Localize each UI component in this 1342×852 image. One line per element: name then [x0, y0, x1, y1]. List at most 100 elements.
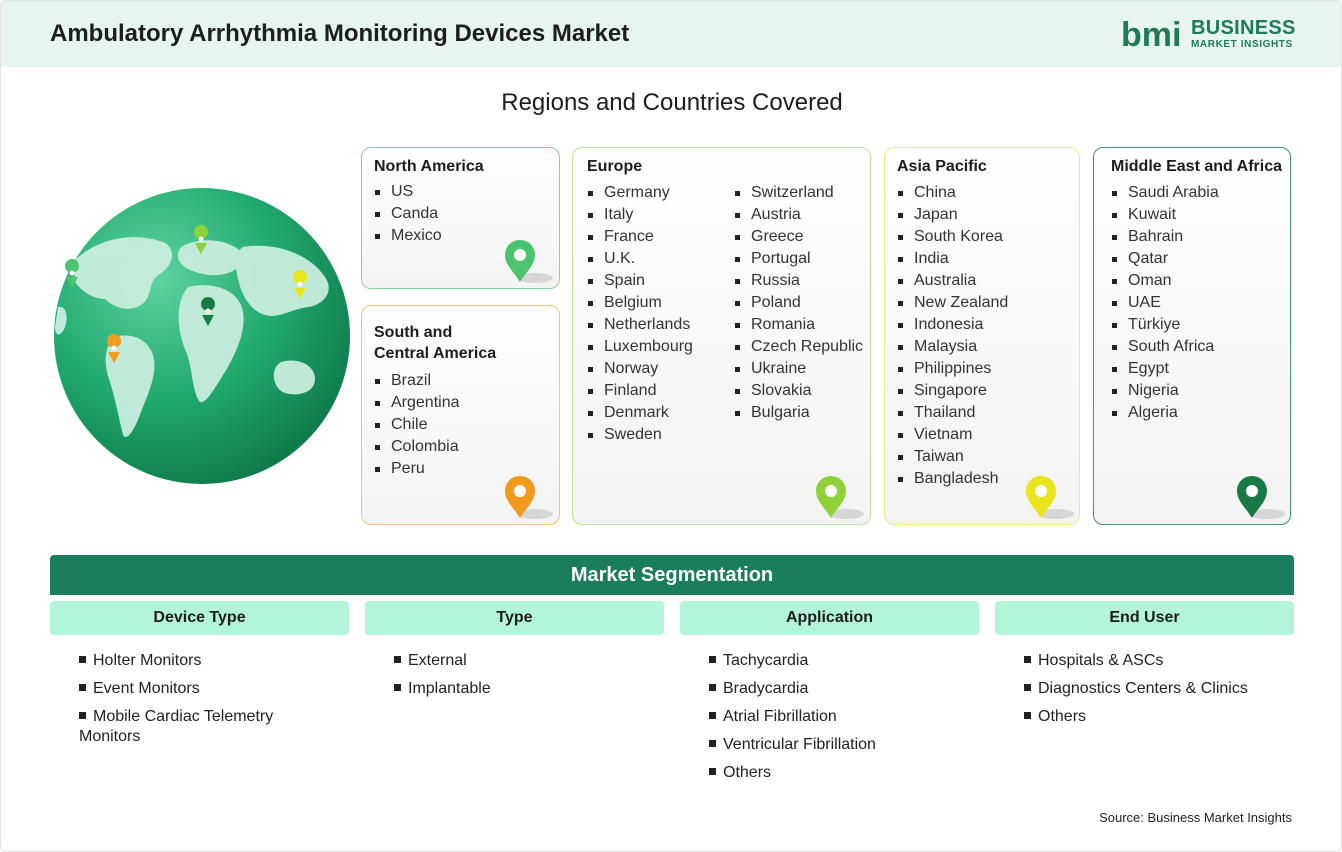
- bmi-logo-mark-icon: bmi: [1121, 16, 1181, 54]
- region-card-europe: Europe Germany Italy France U.K. Spain B…: [572, 147, 871, 525]
- country-item: Sweden: [587, 424, 693, 446]
- segment-item: Ventricular Fibrillation: [709, 735, 959, 755]
- region-list-north-america: US Canda Mexico: [374, 181, 442, 247]
- country-item: Germany: [587, 182, 693, 204]
- country-item: Argentina: [374, 392, 460, 414]
- country-item: UAE: [1111, 292, 1219, 314]
- region-title-north-america: North America: [374, 158, 484, 175]
- country-item: Philippines: [897, 358, 1008, 380]
- bmi-logo: bmi BUSINESS MARKET INSIGHTS: [1121, 15, 1301, 55]
- segment-item: Holter Monitors: [79, 651, 329, 671]
- segment-item: Bradycardia: [709, 679, 959, 699]
- segment-list-end-user: Hospitals & ASCs Diagnostics Centers & C…: [1024, 651, 1274, 735]
- country-item: Belgium: [587, 292, 693, 314]
- map-pin-icon: [1026, 476, 1074, 519]
- country-item: Peru: [374, 458, 460, 480]
- segment-list-device-type: Holter Monitors Event Monitors Mobile Ca…: [79, 651, 329, 755]
- segment-item: Tachycardia: [709, 651, 959, 671]
- region-card-asia-pacific: Asia Pacific China Japan South Korea Ind…: [884, 147, 1080, 525]
- country-item: Türkiye: [1111, 314, 1219, 336]
- country-item: Chile: [374, 414, 460, 436]
- source-note: Source: Business Market Insights: [1099, 810, 1292, 825]
- country-item: Spain: [587, 270, 693, 292]
- region-card-middle-east-africa: Middle East and Africa Saudi Arabia Kuwa…: [1093, 147, 1291, 525]
- region-list-europe-col1: Germany Italy France U.K. Spain Belgium …: [587, 182, 693, 446]
- country-item: Japan: [897, 204, 1008, 226]
- segment-header-device-type: Device Type: [50, 601, 349, 635]
- region-list-europe-col2: Switzerland Austria Greece Portugal Russ…: [734, 182, 863, 424]
- segment-header-end-user: End User: [995, 601, 1294, 635]
- segment-list-type: External Implantable: [394, 651, 644, 707]
- segment-item: Atrial Fibrillation: [709, 707, 959, 727]
- segment-item: Others: [1024, 707, 1274, 727]
- country-item: Slovakia: [734, 380, 863, 402]
- country-item: Norway: [587, 358, 693, 380]
- country-item: Poland: [734, 292, 863, 314]
- country-item: Luxembourg: [587, 336, 693, 358]
- country-item: Ukraine: [734, 358, 863, 380]
- map-pin-icon: [1237, 476, 1285, 519]
- country-item: New Zealand: [897, 292, 1008, 314]
- map-pin-icon: [505, 240, 553, 283]
- country-item: Czech Republic: [734, 336, 863, 358]
- segment-item: Event Monitors: [79, 679, 329, 699]
- country-item: US: [374, 181, 442, 203]
- segment-item: Diagnostics Centers & Clinics: [1024, 679, 1274, 699]
- country-item: Thailand: [897, 402, 1008, 424]
- segmentation-banner: Market Segmentation: [50, 555, 1294, 595]
- country-item: South Korea: [897, 226, 1008, 248]
- segment-item: Mobile Cardiac Telemetry Monitors: [79, 708, 274, 745]
- segment-item: External: [394, 651, 644, 671]
- country-item: Bulgaria: [734, 402, 863, 424]
- region-list-asia-pacific: China Japan South Korea India Australia …: [897, 182, 1008, 490]
- segment-list-application: Tachycardia Bradycardia Atrial Fibrillat…: [709, 651, 959, 791]
- country-item: India: [897, 248, 1008, 270]
- country-item: Vietnam: [897, 424, 1008, 446]
- country-item: Egypt: [1111, 358, 1219, 380]
- region-list-middle-east-africa: Saudi Arabia Kuwait Bahrain Qatar Oman U…: [1111, 182, 1219, 424]
- segment-item: Hospitals & ASCs: [1024, 651, 1274, 671]
- segment-header-type: Type: [365, 601, 664, 635]
- country-item: Indonesia: [897, 314, 1008, 336]
- map-pin-icon: [505, 476, 553, 519]
- country-item: France: [587, 226, 693, 248]
- segment-header-application: Application: [680, 601, 979, 635]
- map-pin-icon: [816, 476, 864, 519]
- country-item: Bangladesh: [897, 468, 1008, 490]
- logo-text-business: BUSINESS: [1191, 17, 1296, 39]
- country-item: Brazil: [374, 370, 460, 392]
- region-list-south-central-america: Brazil Argentina Chile Colombia Peru: [374, 370, 460, 480]
- country-item: Romania: [734, 314, 863, 336]
- country-item: Nigeria: [1111, 380, 1219, 402]
- country-item: Italy: [587, 204, 693, 226]
- country-item: Saudi Arabia: [1111, 182, 1219, 204]
- segment-item: Others: [709, 763, 959, 783]
- country-item: Canda: [374, 203, 442, 225]
- infographic-frame: Ambulatory Arrhythmia Monitoring Devices…: [0, 0, 1342, 852]
- country-item: Bahrain: [1111, 226, 1219, 248]
- country-item: Austria: [734, 204, 863, 226]
- country-item: Netherlands: [587, 314, 693, 336]
- country-item: Switzerland: [734, 182, 863, 204]
- country-item: U.K.: [587, 248, 693, 270]
- country-item: Malaysia: [897, 336, 1008, 358]
- country-item: Colombia: [374, 436, 460, 458]
- country-item: Taiwan: [897, 446, 1008, 468]
- country-item: Mexico: [374, 225, 442, 247]
- country-item: Qatar: [1111, 248, 1219, 270]
- globe-icon: [54, 188, 350, 484]
- country-item: South Africa: [1111, 336, 1219, 358]
- country-item: Singapore: [897, 380, 1008, 402]
- logo-text-market-insights: MARKET INSIGHTS: [1191, 39, 1293, 50]
- country-item: Greece: [734, 226, 863, 248]
- regions-title: Regions and Countries Covered: [501, 89, 843, 116]
- country-item: Oman: [1111, 270, 1219, 292]
- country-item: Australia: [897, 270, 1008, 292]
- country-item: Kuwait: [1111, 204, 1219, 226]
- region-card-south-central-america: South and Central America Brazil Argenti…: [361, 305, 560, 525]
- region-title-south-central-america: South and Central America: [374, 324, 497, 362]
- country-item: Denmark: [587, 402, 693, 424]
- country-item: Portugal: [734, 248, 863, 270]
- segment-item: Implantable: [394, 679, 644, 699]
- svg-text:bmi: bmi: [1121, 16, 1181, 54]
